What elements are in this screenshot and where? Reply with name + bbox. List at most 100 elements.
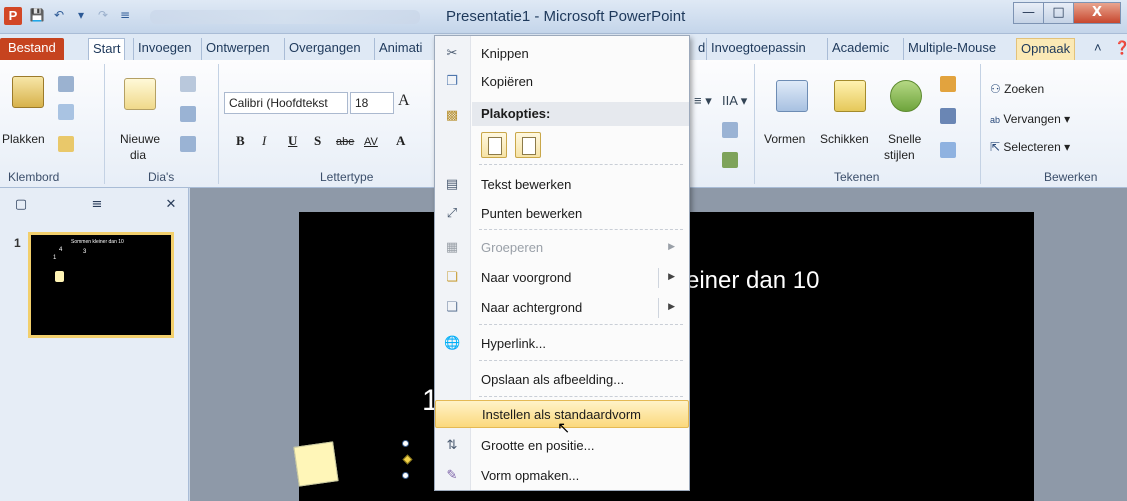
- tab-opmaak[interactable]: Opmaak: [1016, 38, 1076, 60]
- menu-item-knippen[interactable]: ✂ Knippen: [435, 40, 689, 68]
- menu-item-hyperlink[interactable]: 🌐 Hyperlink...: [435, 330, 689, 358]
- menu-item-kopieren[interactable]: ❐ Kopiëren: [435, 68, 689, 96]
- help-icon[interactable]: ❓: [1110, 38, 1127, 60]
- italic-button[interactable]: I: [262, 134, 266, 148]
- shadow-button[interactable]: S: [314, 134, 321, 148]
- menu-item-tekst-bewerken[interactable]: ▤ Tekst bewerken: [435, 171, 689, 199]
- tab-animaties[interactable]: Animati: [374, 38, 426, 60]
- tab-academic[interactable]: Academic: [827, 38, 893, 60]
- window-title: Presentatie1 - Microsoft PowerPoint: [446, 8, 686, 25]
- selected-shape[interactable]: [293, 441, 339, 487]
- select-button[interactable]: ⇱ Selecteren ▾: [990, 140, 1070, 154]
- find-button[interactable]: ⚇ Zoeken: [990, 82, 1044, 96]
- new-slide-label-2[interactable]: dia: [130, 148, 146, 162]
- chevron-down-icon[interactable]: ▾: [72, 6, 90, 24]
- resize-handle[interactable]: [402, 472, 409, 479]
- underline-button[interactable]: U: [288, 134, 297, 148]
- new-slide-label[interactable]: Nieuwe: [120, 132, 160, 146]
- format-shape-icon: ✎: [446, 468, 458, 483]
- arrange-button-label[interactable]: Schikken: [820, 132, 869, 146]
- tab-start[interactable]: Start: [88, 38, 126, 60]
- undo-icon[interactable]: ↶: [50, 6, 68, 24]
- quick-styles-label-2[interactable]: stijlen: [884, 148, 915, 162]
- customize-qat-icon[interactable]: ≡: [116, 6, 134, 24]
- paste-button-label[interactable]: Plakken: [2, 132, 45, 146]
- bold-button[interactable]: B: [236, 134, 245, 148]
- tab-ontwerpen[interactable]: Ontwerpen: [201, 38, 274, 60]
- save-icon[interactable]: 💾: [28, 6, 46, 24]
- slide-title[interactable]: einer dan 10: [686, 267, 819, 295]
- menu-item-punten-bewerken[interactable]: ⤢ Punten bewerken: [435, 200, 689, 228]
- tab-overgangen[interactable]: Overgangen: [284, 38, 365, 60]
- shape-outline-icon[interactable]: [940, 108, 956, 124]
- group-label-lettertype: Lettertype: [320, 170, 374, 184]
- new-slide-icon[interactable]: [124, 78, 156, 110]
- font-family-select[interactable]: Calibri (Hoofdtekst: [224, 92, 348, 114]
- size-position-icon: ⇅: [446, 438, 458, 453]
- edit-points-icon: ⤢: [446, 206, 458, 221]
- replace-button[interactable]: ab Vervangen ▾: [990, 112, 1070, 127]
- paste-icon[interactable]: [12, 76, 44, 108]
- menu-item-label: Groeperen: [481, 240, 544, 255]
- tab-invoegtoepassingen[interactable]: Invoegtoepassin: [706, 38, 810, 60]
- hyperlink-icon: 🌐: [444, 336, 461, 351]
- powerpoint-app-icon[interactable]: P: [4, 7, 22, 25]
- menu-item-label: Naar voorgrond: [481, 270, 572, 285]
- redo-icon[interactable]: ↷: [94, 6, 112, 24]
- menu-item-vorm-opmaken[interactable]: ✎ Vorm opmaken...: [435, 462, 689, 490]
- align-text-icon[interactable]: [722, 122, 738, 138]
- group-divider: [754, 64, 755, 184]
- menu-item-label: Knippen: [481, 46, 529, 61]
- minimize-icon[interactable]: —: [1013, 2, 1043, 24]
- resize-handle[interactable]: [402, 440, 409, 447]
- menu-item-naar-voorgrond[interactable]: ❏ Naar voorgrond ▶: [435, 264, 689, 292]
- layout-icon[interactable]: [180, 76, 196, 92]
- reset-icon[interactable]: [180, 106, 196, 122]
- copy-icon[interactable]: [58, 104, 74, 120]
- menu-item-naar-achtergrond[interactable]: ❏ Naar achtergrond ▶: [435, 294, 689, 322]
- text-direction-icon[interactable]: ≡ ▾: [694, 94, 712, 108]
- close-pane-icon[interactable]: ✕: [158, 194, 184, 216]
- cut-icon[interactable]: [58, 76, 74, 92]
- columns-icon[interactable]: IIA ▾: [722, 94, 747, 108]
- outline-tab-icon[interactable]: ≡: [84, 194, 110, 216]
- change-case-icon[interactable]: A: [396, 134, 405, 148]
- character-spacing-button[interactable]: AV: [364, 135, 378, 149]
- close-icon[interactable]: X: [1073, 2, 1121, 24]
- minimize-ribbon-icon[interactable]: ˄: [1090, 38, 1106, 60]
- slides-tab-icon[interactable]: ▢: [8, 194, 34, 216]
- submenu-arrow-icon[interactable]: ▶: [668, 272, 675, 282]
- shape-effects-icon[interactable]: [940, 142, 956, 158]
- format-painter-icon[interactable]: [58, 136, 74, 152]
- tab-multiple-mouse[interactable]: Multiple-Mouse: [903, 38, 1000, 60]
- font-size-select[interactable]: 18: [350, 92, 394, 114]
- shape-fill-icon[interactable]: [940, 76, 956, 92]
- menu-item-groeperen[interactable]: ▦ Groeperen ▶: [435, 234, 689, 262]
- submenu-arrow-icon[interactable]: ▶: [668, 302, 675, 312]
- shapes-icon[interactable]: [776, 80, 808, 112]
- tab-bestand[interactable]: Bestand: [0, 38, 64, 60]
- strikethrough-button[interactable]: abe: [336, 135, 354, 149]
- group-icon: ▦: [445, 240, 459, 255]
- grow-font-icon[interactable]: A: [398, 93, 410, 109]
- quick-styles-icon[interactable]: [890, 80, 922, 112]
- title-bar: P 💾 ↶ ▾ ↷ ≡ Presentatie1 - Microsoft Pow…: [0, 0, 1127, 34]
- tab-invoegen[interactable]: Invoegen: [133, 38, 196, 60]
- menu-item-label: Punten bewerken: [481, 206, 583, 221]
- menu-item-label: Kopiëren: [481, 74, 534, 89]
- panel-tabs: ▢ ≡ ✕: [0, 194, 189, 220]
- maximize-icon[interactable]: □: [1043, 2, 1073, 24]
- paste-option-picture[interactable]: [515, 132, 541, 158]
- quick-styles-label[interactable]: Snelle: [888, 132, 921, 146]
- smartart-icon[interactable]: [722, 152, 738, 168]
- paste-header-icon-cell: ▩: [435, 102, 471, 130]
- shapes-button-label[interactable]: Vormen: [764, 132, 805, 146]
- menu-item-opslaan-als-afbeelding[interactable]: Opslaan als afbeelding...: [435, 366, 689, 394]
- split-divider: [658, 298, 659, 318]
- menu-divider: [479, 360, 683, 361]
- arrange-icon[interactable]: [834, 80, 866, 112]
- paste-option-keep-formatting[interactable]: [481, 132, 507, 158]
- slide-thumbnail[interactable]: Sommen kleiner dan 10 4 3 1: [28, 232, 174, 338]
- thumbnail-shape: [55, 271, 64, 282]
- section-icon[interactable]: [180, 136, 196, 152]
